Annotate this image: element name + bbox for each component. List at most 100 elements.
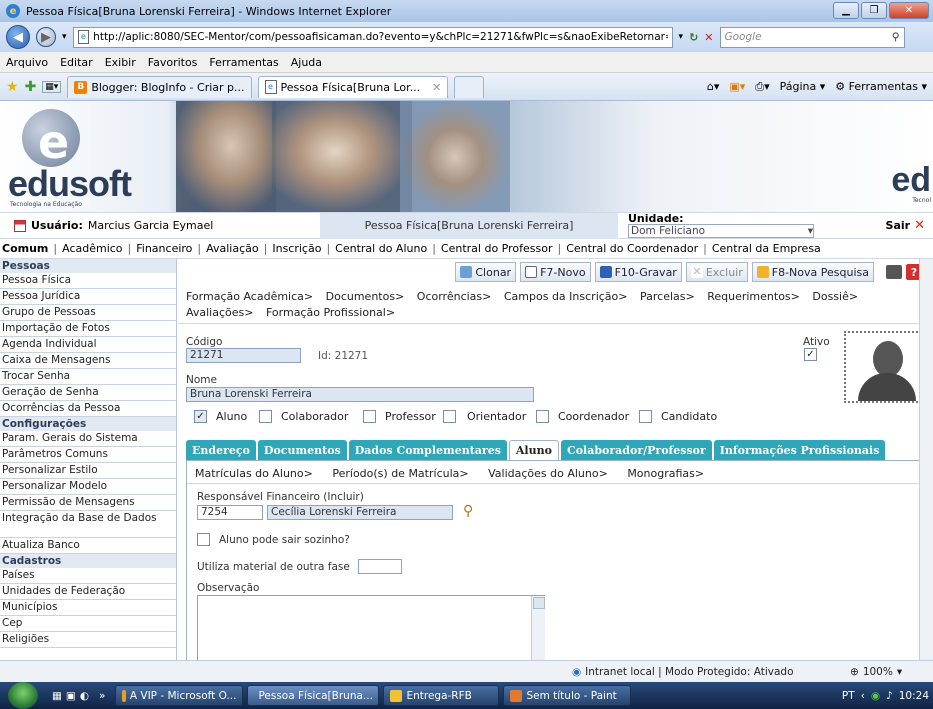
shield-icon[interactable]: ◉ [871, 690, 880, 702]
clonar-button[interactable]: Clonar [455, 262, 517, 282]
sidebar-item-parametros-comuns[interactable]: Parâmetros Comuns [0, 447, 176, 463]
clock[interactable]: 10:24 [899, 690, 929, 702]
menu-arquivo[interactable]: Arquivo [6, 56, 48, 69]
link-dossie[interactable]: Dossiê> [812, 290, 858, 303]
sidebar-item-grupo-pessoas[interactable]: Grupo de Pessoas [0, 305, 176, 321]
sidebar-item-caixa-mensagens[interactable]: Caixa de Mensagens [0, 353, 176, 369]
link-validacoes[interactable]: Validações do Aluno> [488, 467, 608, 480]
sidebar-item-personalizar-estilo[interactable]: Personalizar Estilo [0, 463, 176, 479]
link-parcelas[interactable]: Parcelas> [640, 290, 695, 303]
language-indicator[interactable]: PT [842, 690, 855, 702]
codigo-field[interactable]: 21271 [186, 348, 301, 363]
volume-icon[interactable]: ♪ [886, 690, 893, 702]
recent-pages-dropdown-icon[interactable]: ▾ [62, 32, 67, 42]
sidebar-item-municipios[interactable]: Municípios [0, 600, 176, 616]
orientador-checkbox[interactable] [443, 410, 456, 423]
module-comum[interactable]: Comum [2, 242, 48, 255]
print-icon[interactable] [886, 265, 902, 279]
favorites-star-icon[interactable]: ★ [6, 79, 19, 95]
module-inscricao[interactable]: Inscrição [272, 242, 321, 255]
tab-colaborador-professor[interactable]: Colaborador/Professor [560, 440, 712, 460]
add-favorites-icon[interactable]: ✚ [25, 79, 37, 95]
menu-editar[interactable]: Editar [60, 56, 93, 69]
sidebar-item-trocar-senha[interactable]: Trocar Senha [0, 369, 176, 385]
sidebar-item-ocorrencias[interactable]: Ocorrências da Pessoa [0, 401, 176, 417]
sidebar-item-integracao-base[interactable]: Integração da Base de Dados [0, 511, 176, 538]
novo-button[interactable]: F7-Novo [520, 262, 591, 282]
sidebar-item-paises[interactable]: Países [0, 568, 176, 584]
link-avaliacoes[interactable]: Avaliações> [186, 306, 253, 319]
sair-sozinho-checkbox[interactable] [197, 533, 210, 546]
stop-icon[interactable]: ✕ [704, 31, 713, 44]
module-central-aluno[interactable]: Central do Aluno [335, 242, 427, 255]
tab-aluno[interactable]: Aluno [508, 440, 559, 460]
menu-ferramentas[interactable]: Ferramentas [209, 56, 278, 69]
close-window-button[interactable]: ✕ [889, 2, 929, 19]
link-formacao-academica[interactable]: Formação Acadêmica> [186, 290, 313, 303]
page-scrollbar[interactable] [919, 259, 933, 660]
page-menu[interactable]: Página ▾ [780, 80, 826, 93]
excluir-button[interactable]: ✕ Excluir [685, 262, 748, 282]
start-button[interactable] [8, 682, 38, 709]
sidebar-item-personalizar-modelo[interactable]: Personalizar Modelo [0, 479, 176, 495]
tab-informacoes-profissionais[interactable]: Informações Profissionais [713, 440, 886, 460]
tab-pessoa-fisica[interactable]: e Pessoa Física[Bruna Lor... ✕ [257, 75, 449, 98]
tray-chevron-icon[interactable]: ‹ [861, 690, 865, 702]
zoom-control[interactable]: ⊕ 100% ▾ [850, 666, 902, 678]
feeds-icon[interactable]: ▣▾ [729, 80, 745, 93]
nome-field[interactable]: Bruna Lorenski Ferreira [186, 387, 534, 402]
tools-menu[interactable]: ⚙ Ferramentas ▾ [835, 80, 927, 93]
calendar-icon[interactable] [14, 219, 26, 232]
observacao-textarea[interactable] [197, 595, 545, 660]
sidebar-item-unidades-federacao[interactable]: Unidades de Federação [0, 584, 176, 600]
sidebar-item-pessoa-fisica[interactable]: Pessoa Física [0, 273, 176, 289]
home-icon[interactable]: ⌂▾ [707, 80, 720, 93]
new-tab-button[interactable] [454, 75, 485, 98]
tab-documentos[interactable]: Documentos [257, 440, 347, 460]
link-documentos[interactable]: Documentos> [326, 290, 405, 303]
nova-pesquisa-button[interactable]: F8-Nova Pesquisa [751, 262, 874, 282]
module-academico[interactable]: Acadêmico [62, 242, 122, 255]
search-icon[interactable]: ⚲ [892, 31, 900, 43]
tab-dados-complementares[interactable]: Dados Complementares [348, 440, 507, 460]
sidebar-item-cep[interactable]: Cep [0, 616, 176, 632]
minimize-button[interactable]: ▁ [833, 2, 859, 19]
sair-button[interactable]: Sair ✕ [886, 218, 925, 233]
tab-endereco[interactable]: Endereço [186, 440, 256, 460]
link-periodos[interactable]: Período(s) de Matrícula> [332, 467, 468, 480]
tab-blogger[interactable]: B Blogger: BlogInfo - Criar p... [67, 75, 252, 98]
module-financeiro[interactable]: Financeiro [136, 242, 192, 255]
candidato-checkbox[interactable] [639, 410, 652, 423]
link-matriculas[interactable]: Matrículas do Aluno> [195, 467, 313, 480]
sidebar-item-atualiza-banco[interactable]: Atualiza Banco [0, 538, 176, 554]
address-bar[interactable]: e http://aplic:8080/SEC-Mentor/com/pesso… [72, 26, 673, 48]
responsavel-code-field[interactable]: 7254 [197, 505, 263, 520]
material-field[interactable] [358, 559, 402, 574]
sidebar-item-pessoa-juridica[interactable]: Pessoa Jurídica [0, 289, 176, 305]
module-avaliacao[interactable]: Avaliação [206, 242, 259, 255]
link-requerimentos[interactable]: Requerimentos> [707, 290, 800, 303]
sidebar-item-permissao-mensagens[interactable]: Permissão de Mensagens [0, 495, 176, 511]
module-central-empresa[interactable]: Central da Empresa [712, 242, 821, 255]
maximize-button[interactable]: ❐ [861, 2, 887, 19]
sidebar-item-importacao-fotos[interactable]: Importação de Fotos [0, 321, 176, 337]
sidebar-item-geracao-senha[interactable]: Geração de Senha [0, 385, 176, 401]
menu-favoritos[interactable]: Favoritos [148, 56, 198, 69]
taskbar-item-entrega-rfb[interactable]: Entrega-RFB [383, 685, 500, 706]
aluno-checkbox[interactable]: ✓ [194, 410, 207, 423]
print-icon[interactable]: ⎙▾ [755, 80, 769, 94]
professor-checkbox[interactable] [363, 410, 376, 423]
address-dropdown-icon[interactable]: ▾ [679, 32, 684, 42]
link-campos-inscricao[interactable]: Campos da Inscrição> [504, 290, 628, 303]
taskbar-item-outlook[interactable]: A VIP - Microsoft O... [115, 685, 244, 706]
security-zone[interactable]: ◉ Intranet local | Modo Protegido: Ativa… [572, 666, 794, 678]
incluir-link[interactable]: (Incluir) [323, 491, 364, 503]
link-formacao-profissional[interactable]: Formação Profissional> [266, 306, 395, 319]
module-central-professor[interactable]: Central do Professor [441, 242, 553, 255]
colaborador-checkbox[interactable] [259, 410, 272, 423]
taskbar-item-paint[interactable]: Sem título - Paint [503, 685, 632, 706]
quick-tabs-icon[interactable]: ▦▾ [42, 80, 62, 93]
observacao-scrollbar[interactable] [531, 596, 545, 660]
module-central-coordenador[interactable]: Central do Coordenador [566, 242, 698, 255]
link-ocorrencias[interactable]: Ocorrências> [417, 290, 492, 303]
